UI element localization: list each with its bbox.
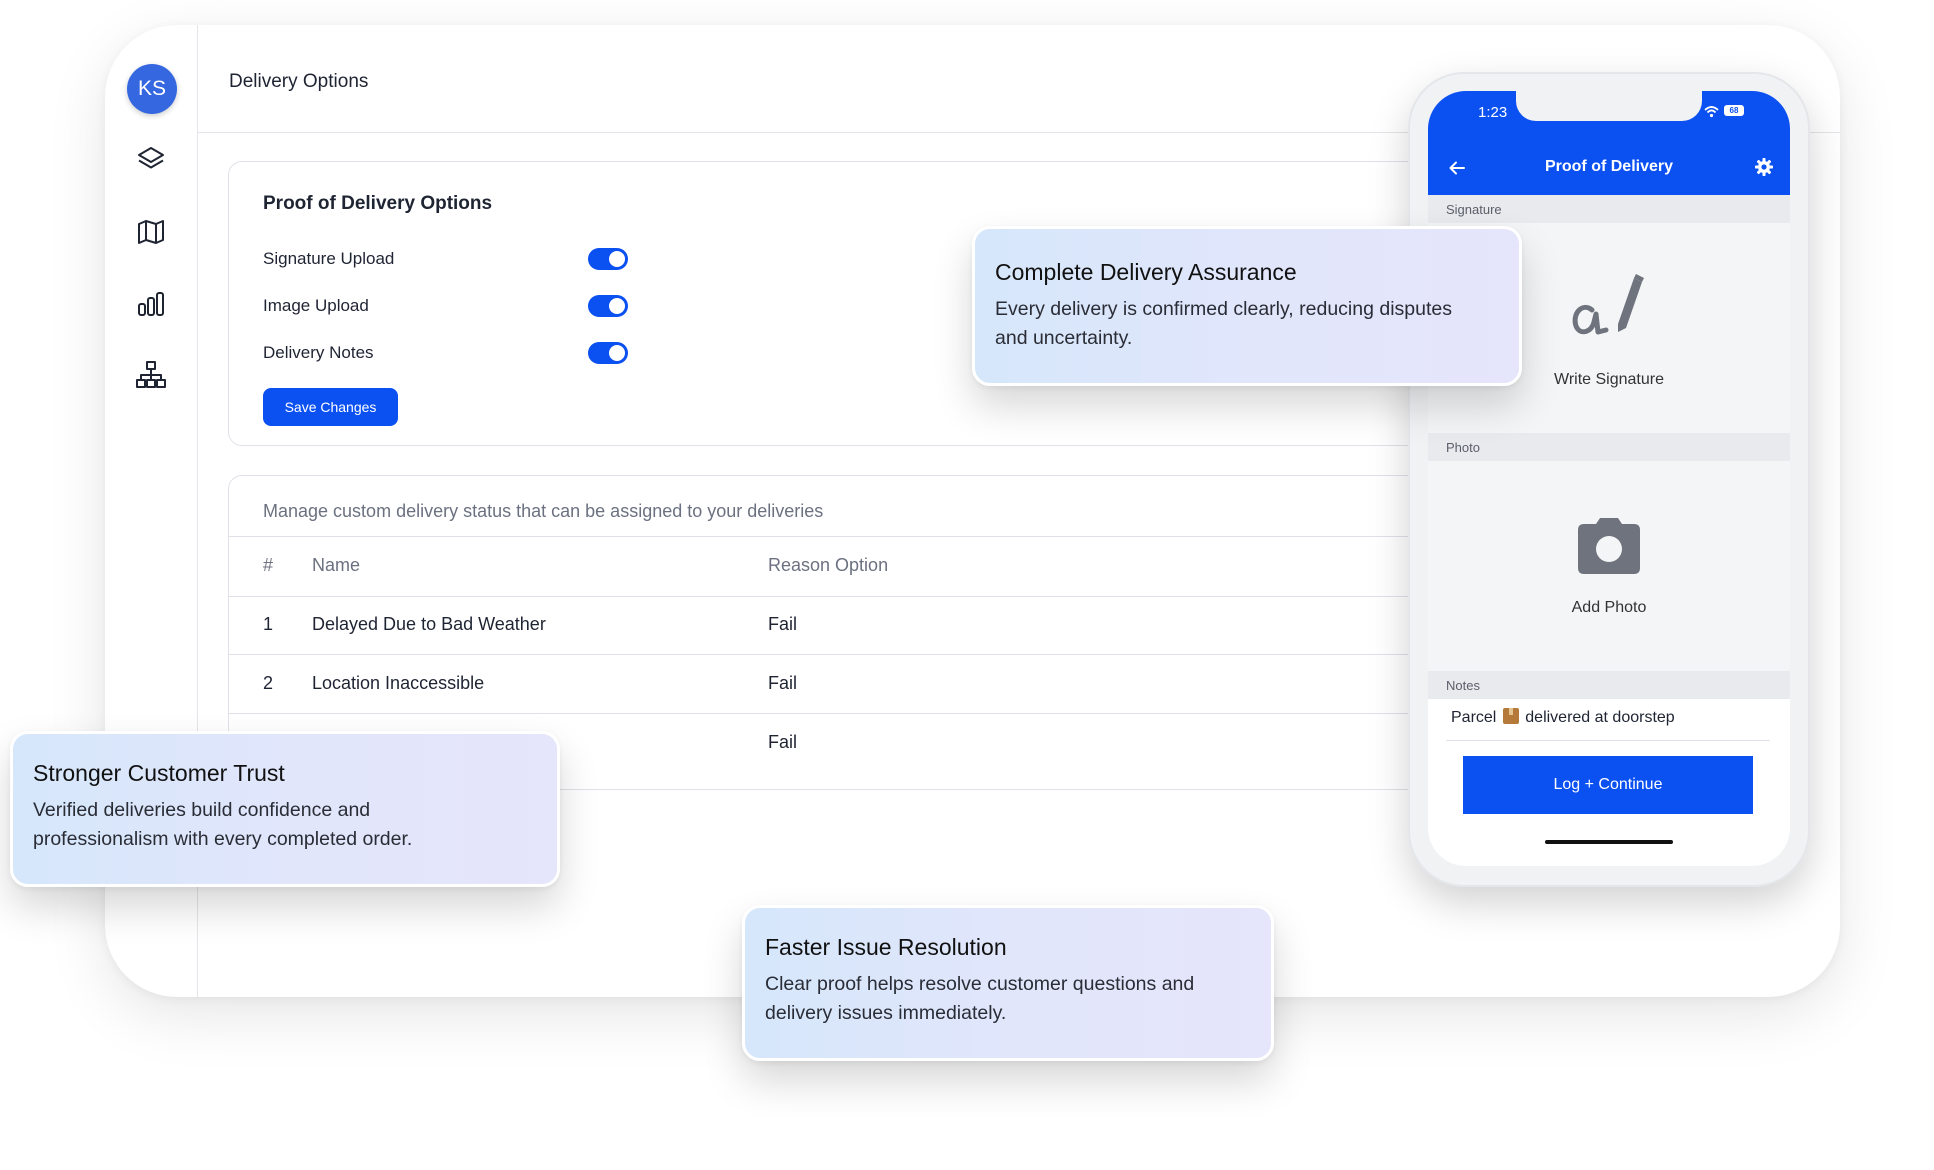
status-table-description: Manage custom delivery status that can b… bbox=[263, 501, 824, 521]
option-label-signature: Signature Upload bbox=[263, 249, 395, 268]
page-title: Delivery Options bbox=[229, 71, 369, 92]
save-changes-button[interactable]: Save Changes bbox=[263, 388, 398, 426]
phone-screen: 1:23 68 Proof of Delivery Signature Writ… bbox=[1428, 91, 1790, 866]
pod-options-title: Proof of Delivery Options bbox=[263, 193, 493, 214]
notes-section-label: Notes bbox=[1446, 678, 1480, 693]
callout-issue-resolution: Faster Issue Resolution Clear proof help… bbox=[742, 905, 1274, 1061]
status-time: 1:23 bbox=[1478, 104, 1508, 121]
callout-title: Stronger Customer Trust bbox=[33, 760, 285, 786]
callout-customer-trust: Stronger Customer Trust Verified deliver… bbox=[10, 731, 560, 887]
option-label-notes: Delivery Notes bbox=[263, 343, 374, 362]
row-name: Location Inaccessible bbox=[312, 673, 485, 693]
table-row[interactable]: 2 Location Inaccessible Fail bbox=[229, 655, 1459, 714]
phone-notch bbox=[1516, 91, 1702, 121]
callout-title: Complete Delivery Assurance bbox=[995, 259, 1297, 285]
parcel-icon bbox=[1502, 708, 1519, 724]
app-bar-title: Proof of Delivery bbox=[1544, 158, 1674, 175]
photo-section-label: Photo bbox=[1446, 440, 1480, 455]
signature-section-label: Signature bbox=[1446, 202, 1502, 217]
callout-text: Verified deliveries build confidence and… bbox=[33, 799, 413, 850]
row-number: 1 bbox=[263, 614, 274, 634]
delivery-notes-toggle[interactable] bbox=[588, 342, 628, 364]
column-header-number: # bbox=[263, 555, 274, 575]
callout-text: Clear proof helps resolve customer quest… bbox=[765, 973, 1195, 1024]
add-photo-label: Add Photo bbox=[1571, 599, 1647, 616]
table-row[interactable]: 1 Delayed Due to Bad Weather Fail bbox=[229, 596, 1459, 655]
notes-text-before: Parcel bbox=[1451, 709, 1497, 726]
row-number: 2 bbox=[263, 673, 274, 693]
image-upload-toggle[interactable] bbox=[588, 295, 628, 317]
column-header-name: Name bbox=[312, 555, 361, 575]
column-header-reason: Reason Option bbox=[768, 555, 889, 575]
map-icon[interactable] bbox=[135, 216, 167, 248]
gear-icon[interactable] bbox=[1754, 157, 1774, 177]
battery-icon: 68 bbox=[1724, 105, 1744, 116]
home-indicator bbox=[1545, 840, 1673, 844]
callout-title: Faster Issue Resolution bbox=[765, 934, 1007, 960]
row-reason: Fail bbox=[768, 732, 798, 752]
signature-icon bbox=[1572, 274, 1644, 335]
log-continue-button[interactable]: Log + Continue bbox=[1463, 756, 1753, 814]
camera-icon bbox=[1578, 518, 1640, 574]
delivery-notes-field[interactable]: Parcel delivered at doorstep bbox=[1451, 708, 1675, 727]
callout-delivery-assurance: Complete Delivery Assurance Every delive… bbox=[972, 226, 1522, 386]
hierarchy-icon[interactable] bbox=[135, 359, 167, 391]
bar-chart-icon[interactable] bbox=[135, 288, 167, 320]
table-header: # Name Reason Option bbox=[229, 536, 1459, 597]
signature-section-header: Signature bbox=[1428, 195, 1790, 223]
phone-mockup: 1:23 68 Proof of Delivery Signature Writ… bbox=[1408, 72, 1810, 887]
app-bar: Proof of Delivery bbox=[1428, 141, 1790, 195]
notes-section-header: Notes bbox=[1428, 671, 1790, 699]
notes-text-after: delivered at doorstep bbox=[1525, 709, 1675, 726]
row-reason: Fail bbox=[768, 673, 798, 693]
avatar[interactable]: KS bbox=[127, 64, 177, 114]
option-label-image: Image Upload bbox=[263, 296, 369, 315]
layers-icon[interactable] bbox=[135, 144, 167, 176]
row-name: Delayed Due to Bad Weather bbox=[312, 614, 546, 634]
signature-upload-toggle[interactable] bbox=[588, 248, 628, 270]
add-photo-area[interactable]: Add Photo bbox=[1428, 461, 1790, 671]
row-reason: Fail bbox=[768, 614, 798, 634]
photo-section-header: Photo bbox=[1428, 433, 1790, 461]
wifi-icon bbox=[1704, 106, 1719, 118]
callout-text: Every delivery is confirmed clearly, red… bbox=[995, 298, 1452, 349]
notes-divider bbox=[1446, 740, 1770, 741]
